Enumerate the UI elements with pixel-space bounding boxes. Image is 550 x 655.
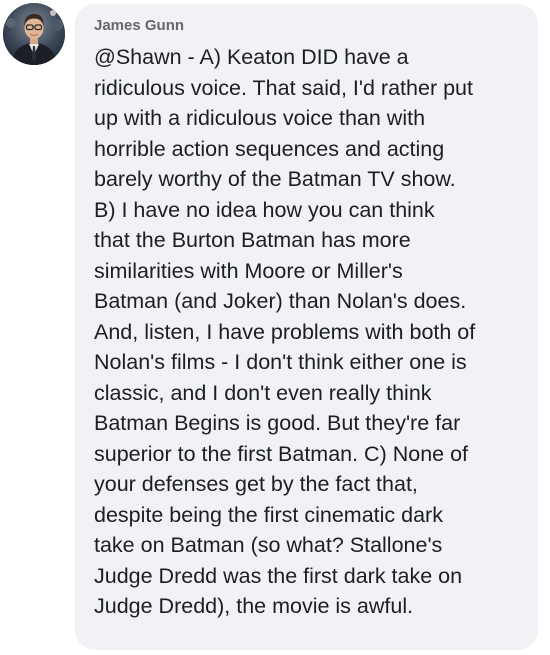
- profile-photo-icon: [3, 3, 65, 65]
- author-name[interactable]: James Gunn: [94, 16, 524, 36]
- comment: James Gunn @Shawn - A) Keaton DID have a…: [0, 0, 550, 655]
- comment-bubble: James Gunn @Shawn - A) Keaton DID have a…: [75, 4, 538, 650]
- comment-text: @Shawn - A) Keaton DID have a ridiculous…: [94, 45, 476, 618]
- author-avatar[interactable]: [3, 3, 65, 65]
